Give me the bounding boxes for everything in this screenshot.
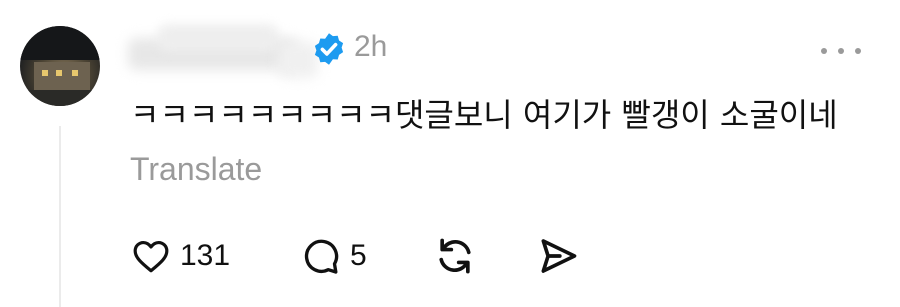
- avatar-building: [34, 62, 90, 92]
- like-count: 131: [180, 239, 231, 272]
- reply-button[interactable]: 5: [300, 231, 367, 281]
- avatar-ground: [20, 90, 100, 106]
- repost-icon: [439, 238, 471, 274]
- heart-icon: [133, 240, 169, 273]
- verified-badge-icon: [314, 33, 344, 65]
- post-timestamp: 2h: [354, 30, 388, 63]
- repost-button[interactable]: [433, 231, 477, 281]
- like-button[interactable]: 131: [132, 231, 230, 281]
- thread-post: 2h ㅋㅋㅋㅋㅋㅋㅋㅋㅋ댓글보니 여기가 빨갱이 소굴이네 Translate …: [0, 0, 900, 307]
- more-dots-icon[interactable]: [821, 43, 861, 59]
- reply-count: 5: [350, 239, 367, 272]
- post-content: ㅋㅋㅋㅋㅋㅋㅋㅋㅋ댓글보니 여기가 빨갱이 소굴이네 Translate: [130, 88, 850, 196]
- avatar[interactable]: [20, 26, 100, 106]
- username-redacted[interactable]: [128, 18, 318, 78]
- share-button[interactable]: [536, 231, 580, 281]
- translate-link[interactable]: Translate: [130, 151, 262, 187]
- post-text: ㅋㅋㅋㅋㅋㅋㅋㅋㅋ댓글보니 여기가 빨갱이 소굴이네: [130, 96, 838, 134]
- comment-icon: [304, 239, 339, 274]
- avatar-window: [42, 70, 48, 76]
- avatar-window: [56, 70, 62, 76]
- avatar-window: [72, 70, 78, 76]
- avatar-sky: [20, 26, 100, 60]
- send-icon: [541, 239, 577, 273]
- thread-line: [59, 126, 61, 307]
